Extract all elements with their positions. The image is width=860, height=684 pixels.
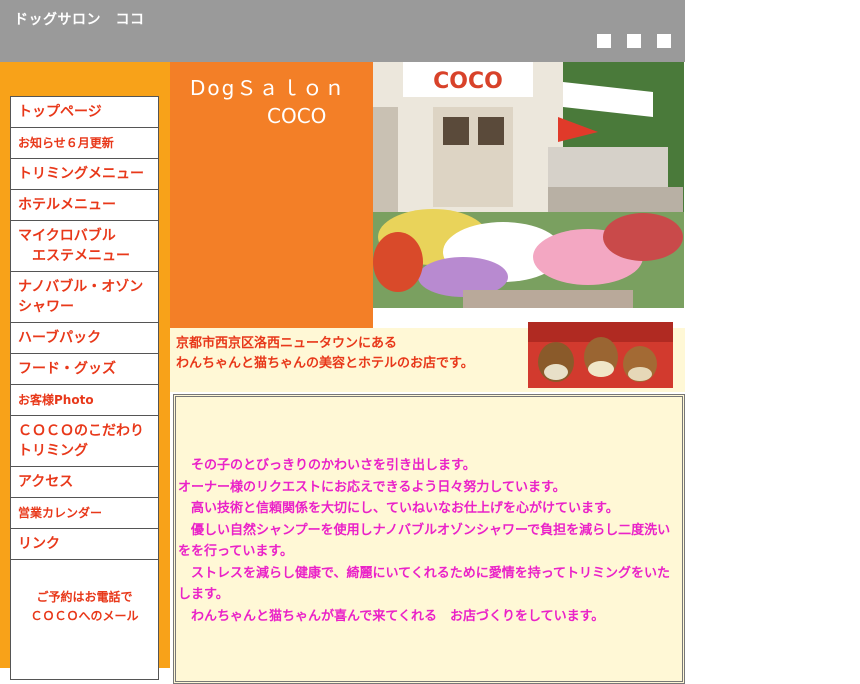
- nav-item-trimming-menu[interactable]: トリミングメニュー: [10, 159, 159, 190]
- reservation-note: ご予約はお電話で ＣＯＣＯへのメール: [10, 560, 159, 680]
- nav-item-nanobubble-ozone[interactable]: ナノバブル・オゾンシャワー: [10, 272, 159, 323]
- nav-item-line: エステメニュー: [32, 248, 130, 264]
- info-line-1: 京都市西京区洛西ニュータウンにある: [176, 336, 398, 351]
- nav-item-calendar[interactable]: 営業カレンダー: [10, 498, 159, 529]
- brand-name: DogＳａｌｏｎ: [190, 76, 347, 100]
- nav-item-line: マイクロバブル: [18, 228, 116, 244]
- info-text: 京都市西京区洛西ニュータウンにある わんちゃんと猫ちゃんの美容とホテルのお店です…: [176, 334, 474, 374]
- nav-item-customer-photo[interactable]: お客様Photo: [10, 385, 159, 416]
- nav-item-microbubble-esthe[interactable]: マイクロバブル エステメニュー: [10, 221, 159, 272]
- nav-item-access[interactable]: アクセス: [10, 467, 159, 498]
- dogs-photo: [528, 322, 673, 388]
- info-line-2: わんちゃんと猫ちゃんの美容とホテルのお店です。: [176, 356, 474, 371]
- nav-item-top-page[interactable]: トップページ: [10, 96, 159, 128]
- brand-panel: [170, 62, 373, 328]
- info-bar: 京都市西京区洛西ニュータウンにある わんちゃんと猫ちゃんの美容とホテルのお店です…: [170, 322, 685, 392]
- sidebar-nav: トップページ お知らせ６月更新 トリミングメニュー ホテルメニュー マイクロバブ…: [10, 96, 159, 680]
- reservation-mail-link[interactable]: ＣＯＣＯへのメール: [11, 607, 158, 626]
- message-paragraph: その子のとびっきりのかわいさを引き出します。: [178, 458, 476, 473]
- header-square-icon: [627, 34, 641, 48]
- nav-item-food-goods[interactable]: フード・グッズ: [10, 354, 159, 385]
- nav-item-hotel-menu[interactable]: ホテルメニュー: [10, 190, 159, 221]
- nav-item-news[interactable]: お知らせ６月更新: [10, 128, 159, 159]
- site-header: ドッグサロン ココ: [0, 0, 685, 62]
- message-paragraph: オーナー様のリクエストにお応えできるよう日々努力しています。: [178, 479, 566, 495]
- nav-item-herb-pack[interactable]: ハーブパック: [10, 323, 159, 354]
- nav-item-coco-trimming[interactable]: ＣＯＣＯのこだわりトリミング: [10, 416, 159, 467]
- message-paragraph: ストレスを減らし健康で、綺麗にいてくれるために愛情を持ってトリミングをいたします…: [178, 565, 671, 603]
- message-paragraph: わんちゃんと猫ちゃんが喜んで来てくれる お店づくりをしています。: [178, 608, 605, 624]
- site-title: ドッグサロン ココ: [14, 12, 145, 28]
- header-square-icon: [597, 34, 611, 48]
- message-paragraph: 高い技術と信頼関係を大切にし、ていねいなお仕上げを心がけています。: [178, 501, 619, 516]
- brand-subname: COCO: [267, 104, 327, 128]
- coco-sign-text: COCO: [433, 69, 503, 94]
- reservation-line: ご予約はお電話で: [36, 590, 133, 604]
- nav-item-links[interactable]: リンク: [10, 529, 159, 560]
- main-message: その子のとびっきりのかわいさを引き出します。 オーナー様のリクエストにお応えでき…: [178, 455, 678, 627]
- main-message-box: その子のとびっきりのかわいさを引き出します。 オーナー様のリクエストにお応えでき…: [173, 394, 685, 684]
- storefront-photo: COCO: [373, 62, 684, 308]
- message-paragraph: 優しい自然シャンプーを使用しナノバブルオゾンシャワーで負担を減らし二度洗いをを行…: [178, 522, 671, 560]
- header-square-icon: [657, 34, 671, 48]
